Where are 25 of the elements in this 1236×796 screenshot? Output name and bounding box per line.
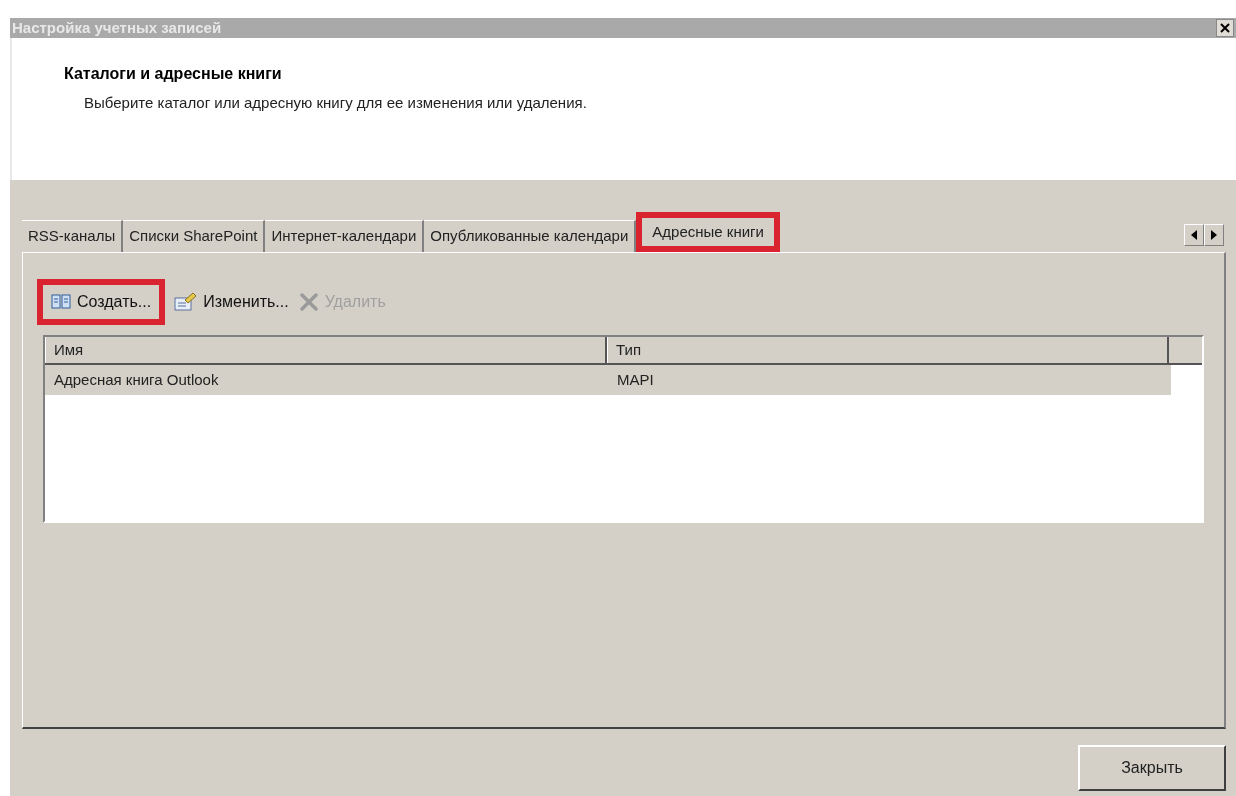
window-title: Настройка учетных записей <box>12 17 222 38</box>
column-header[interactable]: Тип <box>607 337 1169 363</box>
scroll-right-button[interactable] <box>1204 224 1224 246</box>
close-button[interactable] <box>1216 19 1234 37</box>
tab[interactable]: Интернет-календари <box>265 220 425 252</box>
book-icon <box>51 293 71 311</box>
table-cell-text: Адресная книга Outlook <box>53 369 220 390</box>
x-icon <box>298 292 319 312</box>
section-description: Выберите каталог или адресную книгу для ее изменения или удаления. <box>83 93 588 113</box>
scroll-left-button[interactable] <box>1184 224 1204 246</box>
table-cell-text: MAPI <box>616 369 655 390</box>
section-heading: Каталоги и адресные книги <box>64 64 283 84</box>
tab[interactable]: Адресные книги <box>636 212 780 252</box>
column-header[interactable]: Имя <box>45 337 607 363</box>
card-pencil-icon <box>173 292 198 312</box>
toolbar-button[interactable]: Создать... <box>37 279 166 325</box>
close-icon <box>1220 23 1230 33</box>
right-triangle-icon <box>1211 230 1217 240</box>
close-dialog-button[interactable]: Закрыть <box>1078 745 1226 791</box>
toolbar-button[interactable]: Изменить... <box>171 279 291 325</box>
tab[interactable]: RSS-каналы <box>22 220 124 252</box>
left-triangle-icon <box>1191 230 1197 240</box>
tab[interactable]: Опубликованные календари <box>424 220 637 252</box>
table-row[interactable]: Адресная книга Outlook MAPI <box>45 365 1171 395</box>
tab[interactable]: Списки SharePoint <box>123 220 266 252</box>
